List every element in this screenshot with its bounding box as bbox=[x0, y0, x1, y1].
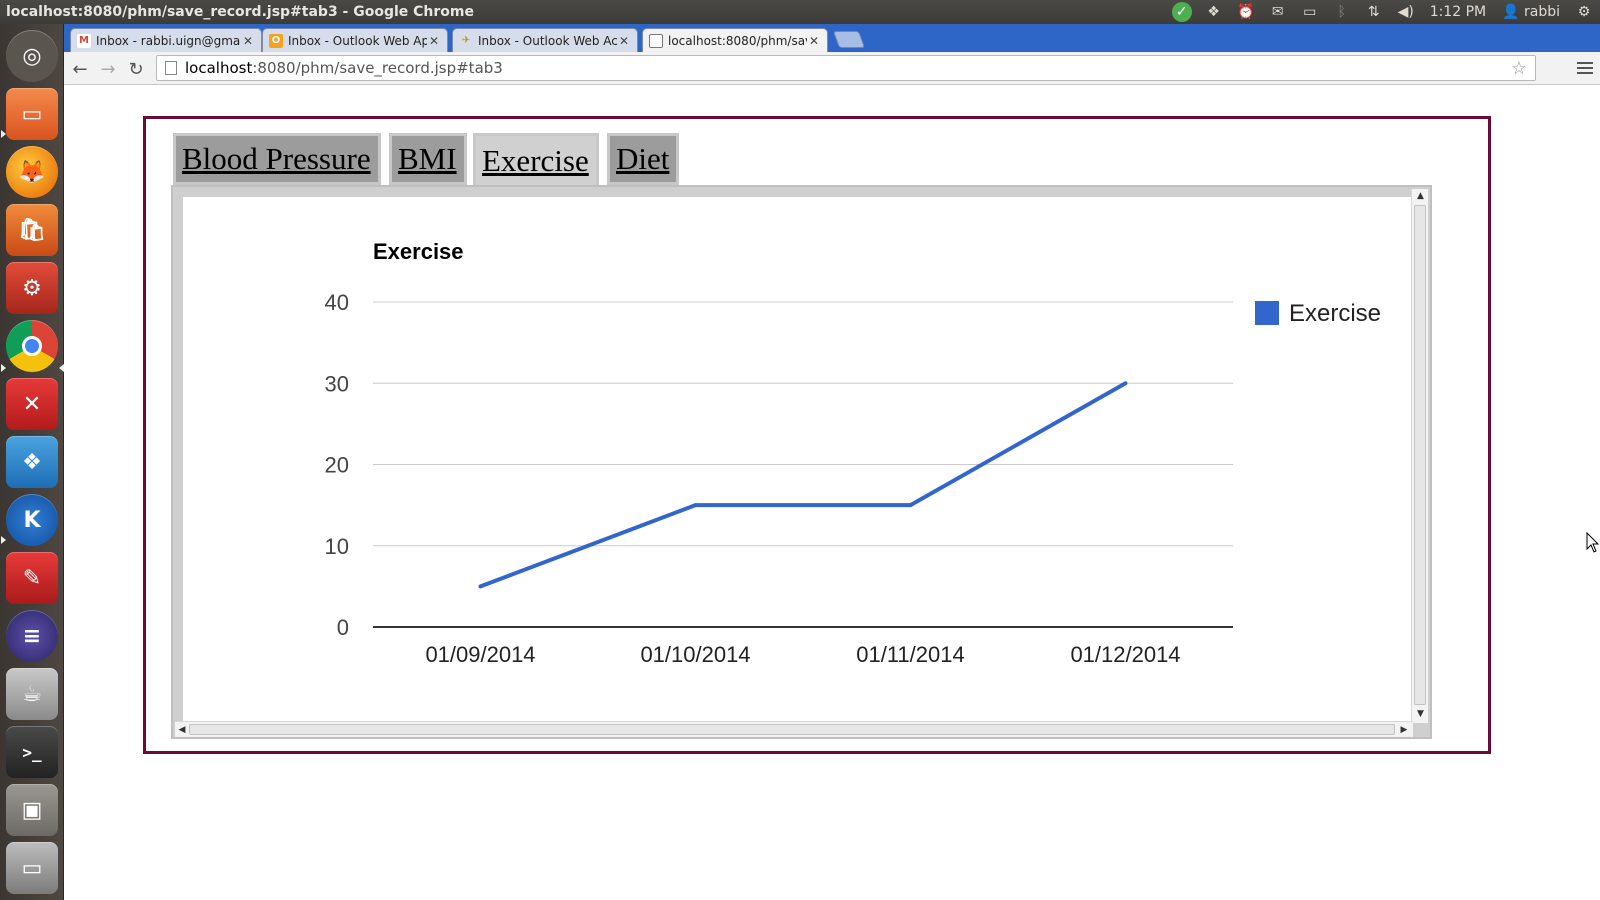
launcher: ◎ ▭ 🦊 🛍 ⚙ ✕ ❖ K ✎ ≡ ☕ >_ ▣ ▭ bbox=[0, 24, 64, 900]
page-icon bbox=[165, 61, 177, 75]
forward-button[interactable]: → bbox=[96, 57, 120, 81]
tab-diet[interactable]: Diet bbox=[607, 133, 679, 185]
data-point bbox=[478, 584, 483, 589]
gmail-icon: M bbox=[77, 33, 91, 48]
scroll-thumb[interactable] bbox=[189, 724, 1395, 735]
horizontal-scrollbar[interactable]: ◀ ▶ bbox=[175, 721, 1413, 737]
page-content: Blood Pressure BMI Exercise Diet Exercis… bbox=[64, 86, 1600, 900]
tab-title: Inbox - Outlook Web App, bbox=[288, 33, 427, 48]
scroll-up-icon[interactable]: ▲ bbox=[1412, 189, 1429, 203]
system-indicators: ✓ ❖ ⏰ ✉ ▭ ᛒ ⇅ ◀) 1:12 PM 👤 rabbi ⚙ bbox=[1166, 0, 1600, 24]
user-menu[interactable]: 👤 rabbi bbox=[1494, 4, 1568, 20]
scroll-thumb[interactable] bbox=[1414, 205, 1426, 705]
user-icon: 👤 bbox=[1502, 4, 1520, 20]
workspace-switcher-icon[interactable]: ▣ bbox=[6, 784, 58, 836]
scroll-left-icon[interactable]: ◀ bbox=[175, 722, 189, 738]
mail-icon[interactable]: ✉ bbox=[1262, 0, 1294, 24]
x-tick-label: 01/10/2014 bbox=[640, 642, 750, 667]
outlook-icon: O bbox=[269, 33, 283, 48]
new-tab-button[interactable] bbox=[832, 31, 866, 48]
network-icon[interactable]: ⇅ bbox=[1358, 0, 1390, 24]
scroll-down-icon[interactable]: ▼ bbox=[1412, 707, 1429, 721]
legend-label: Exercise bbox=[1289, 300, 1381, 327]
url-text[interactable]: localhost:8080/phm/save_record.jsp#tab3 bbox=[185, 59, 503, 77]
browser-toolbar: ← → ↻ localhost:8080/phm/save_record.jsp… bbox=[64, 52, 1600, 85]
page-icon bbox=[649, 33, 663, 48]
tab-strip: M Inbox - rabbi.uign@gmail.c ✕ O Inbox -… bbox=[64, 24, 1600, 52]
mouse-pointer-icon bbox=[1586, 532, 1600, 553]
bookmark-star-icon[interactable]: ☆ bbox=[1511, 58, 1527, 79]
java-icon[interactable]: ☕ bbox=[6, 668, 58, 720]
tab-title: localhost:8080/phm/save_ bbox=[668, 33, 807, 48]
y-tick-label: 10 bbox=[325, 534, 349, 559]
series-line-exercise bbox=[479, 381, 1127, 589]
browser-tab-gmail[interactable]: M Inbox - rabbi.uign@gmail.c ✕ bbox=[70, 28, 262, 52]
trash-icon[interactable]: ▭ bbox=[6, 842, 58, 894]
back-button[interactable]: ← bbox=[68, 57, 92, 81]
data-point bbox=[1123, 381, 1128, 386]
files-icon[interactable]: ▭ bbox=[6, 88, 58, 140]
data-point bbox=[693, 503, 698, 508]
chrome-icon[interactable] bbox=[6, 320, 58, 372]
kile-icon[interactable]: K bbox=[6, 494, 58, 546]
arrow-left-icon: ← bbox=[72, 58, 88, 80]
browser-tab-owa[interactable]: ✈ Inbox - Outlook Web Acce ✕ bbox=[452, 28, 638, 52]
terminal-icon[interactable]: >_ bbox=[6, 726, 58, 778]
chart-title: Exercise bbox=[373, 239, 464, 264]
y-tick-label: 20 bbox=[325, 453, 349, 478]
bluetooth-icon[interactable]: ᛒ bbox=[1326, 0, 1358, 24]
browser-tab-outlook[interactable]: O Inbox - Outlook Web App, ✕ bbox=[262, 28, 448, 52]
legend-swatch bbox=[1255, 301, 1279, 325]
reload-icon: ↻ bbox=[128, 58, 144, 80]
browser-tab-localhost[interactable]: localhost:8080/phm/save_ ✕ bbox=[642, 28, 828, 52]
dropbox-app-icon[interactable]: ❖ bbox=[6, 436, 58, 488]
top-panel: localhost:8080/phm/save_record.jsp#tab3 … bbox=[0, 0, 1600, 24]
tab-blood-pressure[interactable]: Blood Pressure bbox=[173, 133, 381, 185]
record-frame: Blood Pressure BMI Exercise Diet Exercis… bbox=[143, 116, 1491, 754]
arrow-right-icon: → bbox=[100, 58, 116, 80]
y-tick-label: 0 bbox=[337, 615, 349, 640]
close-icon[interactable]: ✕ bbox=[241, 34, 255, 48]
battery-icon[interactable]: ▭ bbox=[1294, 0, 1326, 24]
tab-title: Inbox - Outlook Web Acce bbox=[478, 33, 617, 48]
xmind-icon[interactable]: ✕ bbox=[6, 378, 58, 430]
chart-container: Exercise 0 10 20 30 40 01/09/2014 01/10/2014 01/… bbox=[183, 197, 1415, 721]
scroll-right-icon[interactable]: ▶ bbox=[1397, 722, 1411, 738]
tab-exercise[interactable]: Exercise bbox=[473, 133, 599, 188]
tab-title: Inbox - rabbi.uign@gmail.c bbox=[96, 33, 241, 48]
chrome-menu-button[interactable] bbox=[1574, 57, 1596, 79]
x-tick-label: 01/12/2014 bbox=[1070, 642, 1180, 667]
exercise-chart: Exercise 0 10 20 30 40 01/09/2014 01/10/2014 01/… bbox=[325, 239, 1382, 667]
tab-bmi[interactable]: BMI bbox=[389, 133, 467, 185]
dropbox-icon[interactable]: ❖ bbox=[1198, 0, 1230, 24]
close-icon[interactable]: ✕ bbox=[617, 34, 631, 48]
vertical-scrollbar[interactable]: ▲ ▼ bbox=[1411, 189, 1428, 723]
x-tick-label: 01/11/2014 bbox=[856, 642, 964, 667]
close-icon[interactable]: ✕ bbox=[807, 34, 821, 48]
gear-icon[interactable]: ⚙ bbox=[1568, 0, 1600, 24]
software-center-icon[interactable]: 🛍 bbox=[6, 204, 58, 256]
window-title: localhost:8080/phm/save_record.jsp#tab3 … bbox=[6, 4, 475, 20]
firefox-icon[interactable]: 🦊 bbox=[6, 146, 58, 198]
y-tick-label: 30 bbox=[325, 371, 349, 396]
user-name: rabbi bbox=[1524, 4, 1560, 20]
settings-icon[interactable]: ⚙ bbox=[6, 262, 58, 314]
owa-icon: ✈ bbox=[461, 35, 471, 46]
alarm-icon[interactable]: ⏰ bbox=[1230, 0, 1262, 24]
address-bar[interactable]: localhost:8080/phm/save_record.jsp#tab3 … bbox=[156, 55, 1536, 81]
eclipse-icon[interactable]: ≡ bbox=[6, 610, 58, 662]
dash-home-icon[interactable]: ◎ bbox=[6, 30, 58, 82]
data-point bbox=[908, 503, 913, 508]
tab-panel-exercise: Exercise 0 10 20 30 40 01/09/2014 01/10/2014 01/… bbox=[171, 185, 1432, 739]
clock[interactable]: 1:12 PM bbox=[1422, 4, 1494, 20]
x-tick-label: 01/09/2014 bbox=[425, 642, 535, 667]
volume-icon[interactable]: ◀) bbox=[1390, 0, 1422, 24]
y-tick-label: 40 bbox=[325, 290, 349, 315]
check-icon[interactable]: ✓ bbox=[1166, 0, 1198, 24]
reload-button[interactable]: ↻ bbox=[124, 57, 148, 81]
close-icon[interactable]: ✕ bbox=[427, 34, 441, 48]
document-viewer-icon[interactable]: ✎ bbox=[6, 552, 58, 604]
